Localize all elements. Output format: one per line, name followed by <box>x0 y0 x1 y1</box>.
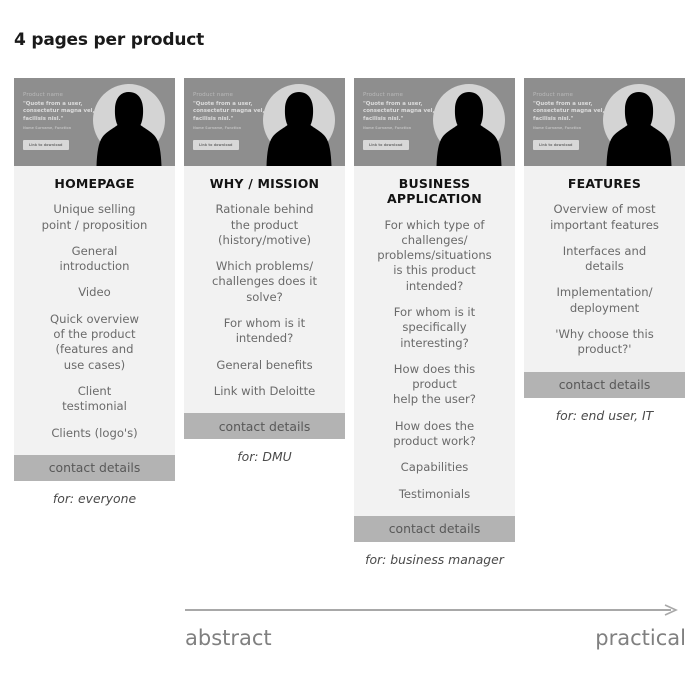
axis-label-practical: practical <box>595 626 686 650</box>
audience-label: for: everyone <box>52 490 137 506</box>
contact-details-bar[interactable]: contact details <box>354 515 515 542</box>
mockup-hero: Product name "Quote from a user, consect… <box>354 78 515 166</box>
page-mockup-card[interactable]: Product name "Quote from a user, consect… <box>524 78 685 372</box>
page-heading: HOMEPAGE <box>54 176 135 191</box>
person-silhouette-icon <box>603 84 675 166</box>
page-heading: BUSINESS APPLICATION <box>387 176 482 207</box>
slide-canvas: 4 pages per product Product name "Quote … <box>0 0 700 700</box>
outline-item: Video <box>78 285 111 300</box>
outline-item: Link with Deloitte <box>213 383 316 398</box>
spectrum-axis <box>185 603 678 617</box>
arrow-right-icon <box>664 604 678 616</box>
contact-details-bar[interactable]: contact details <box>524 371 685 398</box>
axis-line <box>185 609 671 611</box>
audience-label: for: end user, IT <box>555 407 654 423</box>
person-silhouette-svg <box>96 92 162 166</box>
audience-label: for: DMU <box>237 449 292 465</box>
page-heading: FEATURES <box>567 176 642 191</box>
outline-item: Overview of most important features <box>550 202 659 232</box>
outline-item: Which problems/ challenges does it solve… <box>211 259 318 304</box>
page-outline-list: HOMEPAGE Unique selling point / proposit… <box>14 166 175 455</box>
person-silhouette-svg <box>606 92 672 166</box>
contact-details-bar[interactable]: contact details <box>184 413 345 440</box>
person-silhouette-icon <box>93 84 165 166</box>
outline-item: For which type of challenges/ problems/s… <box>377 217 492 293</box>
page-mockup-card[interactable]: Product name "Quote from a user, consect… <box>14 78 175 455</box>
outline-item: General benefits <box>216 357 313 372</box>
outline-item: Quick overview of the product (features … <box>49 311 140 372</box>
page-title: 4 pages per product <box>14 30 205 50</box>
outline-item: Unique selling point / proposition <box>41 202 148 232</box>
page-mockup-card[interactable]: Product name "Quote from a user, consect… <box>184 78 345 414</box>
person-silhouette-icon <box>433 84 505 166</box>
outline-item: Capabilities <box>400 460 469 475</box>
outline-item: How does the product work? <box>393 418 476 449</box>
outline-item: Clients (logo's) <box>51 425 138 440</box>
outline-item: 'Why choose this product?' <box>555 327 654 357</box>
outline-item: For whom is it intended? <box>223 316 306 346</box>
outline-item: For whom is it specifically interesting? <box>393 304 476 350</box>
person-silhouette-svg <box>266 92 332 166</box>
mockup-hero: Product name "Quote from a user, consect… <box>184 78 345 166</box>
mockup-hero: Product name "Quote from a user, consect… <box>14 78 175 166</box>
mockup-download-button[interactable]: Link to download <box>363 140 409 150</box>
page-heading: WHY / MISSION <box>209 176 320 191</box>
page-outline-list: BUSINESS APPLICATION For which type of c… <box>354 166 515 516</box>
contact-details-bar[interactable]: contact details <box>14 454 175 481</box>
product-page-column-1[interactable]: Product name "Quote from a user, consect… <box>14 78 175 567</box>
mockup-hero: Product name "Quote from a user, consect… <box>524 78 685 166</box>
mockup-download-button[interactable]: Link to download <box>23 140 69 150</box>
page-outline-list: WHY / MISSION Rationale behind the produ… <box>184 166 345 414</box>
page-mockup-card[interactable]: Product name "Quote from a user, consect… <box>354 78 515 516</box>
outline-item: Interfaces and details <box>562 243 647 274</box>
product-page-column-2[interactable]: Product name "Quote from a user, consect… <box>184 78 345 567</box>
audience-label: for: business manager <box>365 551 504 567</box>
outline-item: How does this product help the user? <box>393 361 476 407</box>
product-page-column-4[interactable]: Product name "Quote from a user, consect… <box>524 78 685 567</box>
mockup-download-button[interactable]: Link to download <box>193 140 239 150</box>
axis-label-abstract: abstract <box>185 626 272 650</box>
product-pages-row: Product name "Quote from a user, consect… <box>14 78 686 567</box>
product-page-column-3[interactable]: Product name "Quote from a user, consect… <box>354 78 515 567</box>
outline-item: Implementation/ deployment <box>556 285 653 315</box>
page-outline-list: FEATURES Overview of most important feat… <box>524 166 685 372</box>
outline-item: Testimonials <box>398 486 471 501</box>
outline-item: General introduction <box>59 243 130 274</box>
outline-item: Client testimonial <box>62 383 127 414</box>
mockup-download-button[interactable]: Link to download <box>533 140 579 150</box>
person-silhouette-icon <box>263 84 335 166</box>
outline-item: Rationale behind the product (history/mo… <box>215 202 314 247</box>
person-silhouette-svg <box>436 92 502 166</box>
